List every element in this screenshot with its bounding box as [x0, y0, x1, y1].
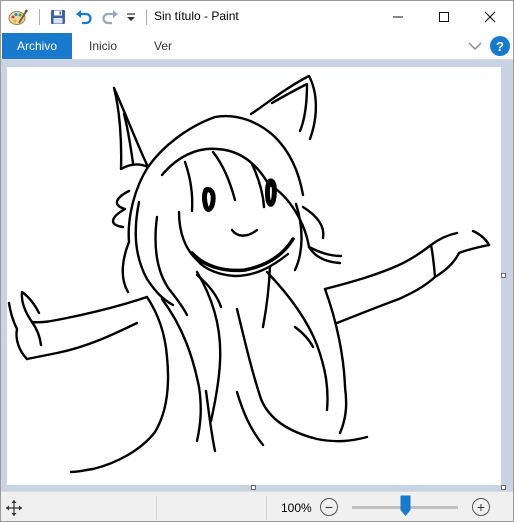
- zoom-percentage: 100%: [281, 501, 312, 515]
- tab-archivo[interactable]: Archivo: [2, 33, 72, 59]
- stroke-arm-left-top: [30, 295, 149, 324]
- paint-palette-icon[interactable]: [7, 6, 29, 28]
- stroke-arm-right-bottom: [335, 275, 437, 325]
- chevron-down-icon[interactable]: [467, 39, 483, 53]
- status-bar: 100% − +: [1, 491, 513, 521]
- stroke-dress-fold-mid: [235, 307, 369, 443]
- stroke-hand-right-thumb: [429, 231, 459, 247]
- zoom-in-button[interactable]: +: [472, 498, 490, 516]
- undo-arrow-icon[interactable]: [73, 6, 95, 28]
- tab-inicio[interactable]: Inicio: [89, 33, 117, 59]
- paint-window: Sin título - Paint Archivo Inicio Ver ?: [0, 0, 514, 522]
- redo-arrow-icon[interactable]: [99, 6, 121, 28]
- stroke-right-ear-inner: [270, 82, 309, 133]
- stroke-dress-right-edge: [323, 287, 348, 435]
- stroke-dress-left: [69, 295, 170, 474]
- stroke-face-outline: [177, 210, 290, 278]
- zoom-out-button[interactable]: −: [320, 498, 338, 516]
- stroke-hand-right: [433, 243, 491, 279]
- title-separator-2: [146, 9, 147, 25]
- stroke-hair-right-outer: [268, 183, 342, 265]
- stroke-dress-right: [265, 270, 329, 412]
- stroke-hair-top: [146, 114, 305, 197]
- ribbon-tab-bar: Archivo Inicio Ver: [1, 33, 513, 59]
- resize-handle-bottom[interactable]: [251, 485, 256, 490]
- window-title: Sin título - Paint: [154, 9, 239, 23]
- stroke-hand-left-thumb: [20, 290, 41, 324]
- stroke-dress-skirt: [235, 390, 265, 447]
- drawing-canvas[interactable]: [7, 67, 501, 485]
- stroke-fringe-mid: [211, 150, 237, 202]
- resize-handle-right[interactable]: [501, 273, 506, 278]
- stroke-hand-right-cuff: [429, 243, 437, 279]
- maximize-icon: [439, 12, 449, 22]
- stroke-fringe-left: [183, 160, 194, 213]
- help-button[interactable]: ?: [490, 36, 510, 56]
- minimize-button[interactable]: [375, 1, 421, 33]
- close-icon: [484, 11, 496, 23]
- stroke-collar: [190, 237, 295, 273]
- title-bar: Sin título - Paint: [1, 1, 513, 33]
- floppy-disk-icon[interactable]: [47, 6, 69, 28]
- stroke-hand-right-finger: [471, 229, 491, 247]
- stroke-hand-left-cuff: [30, 320, 43, 347]
- resize-handle-corner[interactable]: [501, 485, 506, 490]
- stroke-hand-left: [7, 301, 29, 361]
- stroke-arm-left-bottom: [25, 321, 139, 361]
- minimize-icon: [393, 16, 403, 18]
- stroke-eye-left: [202, 187, 216, 212]
- stroke-neck-right: [261, 265, 272, 329]
- stroke-eye-right: [264, 178, 277, 207]
- zoom-slider-thumb[interactable]: [400, 495, 411, 517]
- status-divider-1: [156, 496, 157, 520]
- stroke-hair-left-inner: [134, 200, 175, 307]
- canvas-workspace[interactable]: [1, 59, 513, 491]
- stroke-hair-left-tufts: [111, 189, 131, 229]
- stroke-mouth: [230, 228, 259, 237]
- dropdown-arrow-icon[interactable]: [123, 6, 139, 28]
- move-cursor-icon: [6, 500, 22, 516]
- tab-ver[interactable]: Ver: [154, 33, 172, 59]
- stroke-arm-right-top: [323, 243, 433, 291]
- title-separator: [39, 9, 40, 25]
- status-divider-2: [266, 496, 267, 520]
- stroke-dress-lower-left: [204, 389, 217, 453]
- close-button[interactable]: [467, 1, 513, 33]
- maximize-button[interactable]: [421, 1, 467, 33]
- drawing-strokes: [7, 74, 491, 474]
